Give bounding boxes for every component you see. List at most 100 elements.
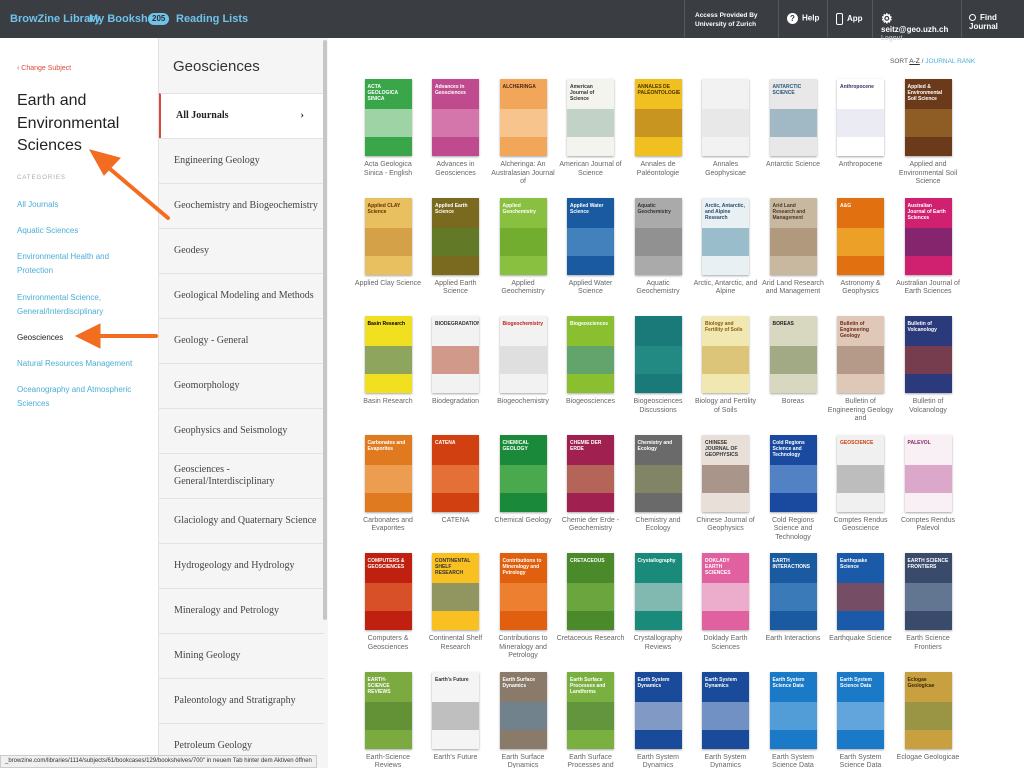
journal-card[interactable]: Biogeosciences Biogeosciences [557,316,625,407]
journal-card[interactable]: CHEMIE DER ERDE Chemie der Erde - Geochem… [557,434,625,534]
journal-title[interactable]: Acta Geologica Sinica - English [354,161,422,178]
journal-cover[interactable] [702,79,749,156]
journal-cover[interactable]: Bulletin of Volcanology [904,316,952,393]
journal-card[interactable]: Applied CLAY Science Applied Clay Science [354,197,422,289]
journal-cover[interactable]: CHEMIE DER ERDE [567,434,614,512]
subcategory-item-3[interactable]: Geochemistry and Biogeochemistry [159,183,324,228]
journal-cover[interactable]: Eclogae Geologicae [904,671,952,749]
subcategory-item-14[interactable]: Paleontology and Stratigraphy [159,678,324,723]
journal-cover[interactable]: Carbonates and Evaporites [364,434,412,512]
journal-title[interactable]: Biogeochemistry [489,398,557,407]
sort-journal-rank-option[interactable]: JOURNAL RANK [925,58,975,65]
journal-card[interactable]: CRETACEOUS Cretaceous Research [557,553,625,644]
journal-cover[interactable]: Chemistry and Ecology [634,434,682,512]
journal-title[interactable]: Arid Land Research and Management [759,280,827,297]
journal-card[interactable]: Biogeochemistry Biogeochemistry [489,316,557,407]
journal-card[interactable]: EARTH-SCIENCE REVIEWS Earth-Science Revie… [354,671,422,768]
journal-title[interactable]: Australian Journal of Earth Sciences [894,280,962,297]
journal-card[interactable]: EARTH SCIENCE FRONTIERS Earth Science Fro… [894,553,962,652]
journal-cover[interactable]: BOREAS [769,316,817,393]
journal-title[interactable]: Annales de Paléontologie [624,161,692,178]
journal-cover[interactable]: EARTH-SCIENCE REVIEWS [364,671,412,749]
journal-title[interactable]: Biogeosciences Discussions [624,398,692,415]
journal-card[interactable]: Australian Journal of Earth Sciences Aust… [894,197,962,297]
journal-title[interactable]: Annales Geophysicae [692,161,760,178]
journal-card[interactable]: Aquatic Geochemistry Aquatic Geochemistry [624,197,692,297]
journal-title[interactable]: Applied and Environmental Soil Science [894,161,962,187]
journal-cover[interactable]: Applied Geochemistry [499,197,547,275]
journal-card[interactable]: Contributions to Mineralogy and Petrolog… [489,553,557,661]
journal-cover[interactable]: Biogeosciences [567,316,614,393]
journal-cover[interactable]: Earth System Dynamics [702,671,749,749]
journal-cover[interactable]: ALCHERINGA [499,79,547,156]
journal-cover[interactable]: Arctic, Antarctic, and Alpine Research [702,197,749,275]
journal-cover[interactable]: BIODEGRADATION [432,316,479,393]
journal-card[interactable]: Cold Regions Science and Technology Cold … [759,434,827,543]
journal-card[interactable]: Arid Land Research and Management Arid La… [759,197,827,297]
journal-title[interactable]: Anthropocene [827,161,895,170]
journal-card[interactable]: Biogeosciences Discussions [624,316,692,415]
journal-cover[interactable]: Applied & Environmental Soil Science [904,79,952,156]
journal-card[interactable]: Earth System Dynamics Earth System Dynami… [624,671,692,768]
journal-title[interactable]: Earth's Future [422,754,490,763]
journal-cover[interactable]: Earth System Dynamics [634,671,682,749]
journal-title[interactable]: Computers & Geosciences [354,635,422,652]
journal-cover[interactable]: Earthquake Science [837,553,884,630]
journal-card[interactable]: Bulletin of Engineering Geology Bulletin … [827,316,895,424]
journal-title[interactable]: Continental Shelf Research [422,635,490,652]
journal-card[interactable]: Earth Surface Dynamics Earth Surface Dyna… [489,671,557,768]
journal-card[interactable]: Earth System Dynamics Earth System Dynami… [692,671,760,768]
journal-title[interactable]: Bulletin of Engineering Geology and [827,398,895,424]
subcategory-item-1[interactable]: All Journals › [159,93,324,138]
journal-card[interactable]: ANNALES DE PALÉONTOLOGIE Annales de Paléo… [624,79,692,178]
journal-cover[interactable] [634,316,682,393]
journal-cover[interactable]: ANTARCTIC SCIENCE [769,79,817,156]
journal-title[interactable]: Advances in Geosciences [422,161,490,178]
journal-title[interactable]: Biodegradation [422,398,490,407]
journal-card[interactable]: CHINESE JOURNAL OF GEOPHYSICS Chinese Jou… [692,434,760,534]
journal-cover[interactable]: Earth System Science Data [837,671,884,749]
journal-cover[interactable]: CHEMICAL GEOLOGY [499,434,547,512]
journal-cover[interactable]: ACTA GEOLOGICA SINICA [364,79,412,156]
journal-cover[interactable]: Biology and Fertility of Soils [702,316,749,393]
journal-cover[interactable]: Advances in Geosciences [432,79,479,156]
journal-title[interactable]: Applied Clay Science [354,280,422,289]
journal-card[interactable]: Eclogae Geologicae Eclogae Geologicae [894,671,962,763]
journal-title[interactable]: Chemistry and Ecology [624,517,692,534]
journal-card[interactable]: Earthquake Science Earthquake Science [827,553,895,644]
journal-card[interactable]: BOREAS Boreas [759,316,827,407]
journal-title[interactable]: Bulletin of Volcanology [894,398,962,415]
journal-title[interactable]: Earth System Dynamics [692,754,760,768]
journal-title[interactable]: Cretaceous Research [557,635,625,644]
journal-card[interactable]: Applied & Environmental Soil Science Appl… [894,79,962,187]
journal-cover[interactable]: Bulletin of Engineering Geology [837,316,884,393]
journal-card[interactable]: Basin Research Basin Research [354,316,422,407]
journal-card[interactable]: Biology and Fertility of Soils Biology an… [692,316,760,415]
journal-title[interactable]: Biology and Fertility of Soils [692,398,760,415]
journal-cover[interactable]: Earth System Science Data [769,671,817,749]
subcategory-item-10[interactable]: Glaciology and Quaternary Science [159,498,324,543]
journal-cover[interactable]: Crystallography [634,553,682,630]
journal-cover[interactable]: Earth Surface Dynamics [499,671,547,749]
journal-card[interactable]: GEOSCIENCE Comptes Rendus Geoscience [827,434,895,534]
journal-title[interactable]: Earth Science Frontiers [894,635,962,652]
journal-title[interactable]: Antarctic Science [759,161,827,170]
journal-card[interactable]: ACTA GEOLOGICA SINICA Acta Geologica Sini… [354,79,422,178]
journal-title[interactable]: Arctic, Antarctic, and Alpine [692,280,760,297]
journal-title[interactable]: Applied Geochemistry [489,280,557,297]
journal-card[interactable]: Earth Surface Processes and Landforms Ear… [557,671,625,768]
journal-cover[interactable]: Anthropocene [837,79,884,156]
journal-title[interactable]: Astronomy & Geophysics [827,280,895,297]
journal-title[interactable]: Crystallography Reviews [624,635,692,652]
reading-lists-link[interactable]: Reading Lists [176,13,248,25]
journal-card[interactable]: Applied Geochemistry Applied Geochemistry [489,197,557,297]
journal-cover[interactable]: American Journal of Science [567,79,614,156]
journal-cover[interactable]: CATENA [432,434,479,512]
journal-cover[interactable]: PALEVOL [904,434,952,512]
journal-cover[interactable]: Contributions to Mineralogy and Petrolog… [499,553,547,630]
journal-card[interactable]: Annales Geophysicae [692,79,760,178]
subcategory-item-12[interactable]: Mineralogy and Petrology [159,588,324,633]
journal-title[interactable]: Chinese Journal of Geophysics [692,517,760,534]
journal-title[interactable]: Earth Interactions [759,635,827,644]
journal-cover[interactable]: ANNALES DE PALÉONTOLOGIE [634,79,682,156]
